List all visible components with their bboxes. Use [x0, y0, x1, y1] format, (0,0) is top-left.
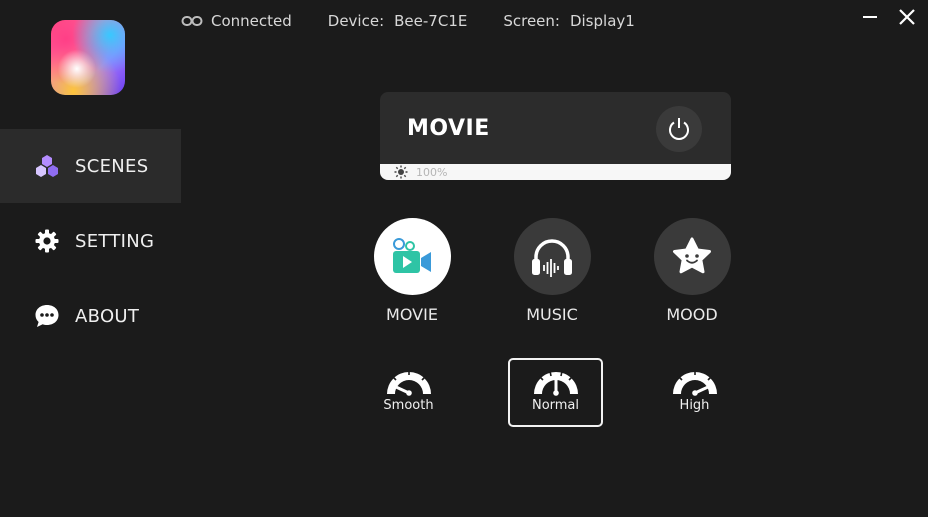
screen-label: Screen: [503, 12, 560, 30]
link-icon [181, 16, 203, 26]
brightness-value: 100% [416, 165, 448, 179]
mode-circle [373, 218, 451, 295]
sidebar-item-about[interactable]: ABOUT [0, 279, 181, 353]
app-logo [51, 20, 125, 95]
speed-smooth-button[interactable]: Smooth [361, 358, 456, 427]
sidebar-item-label: ABOUT [75, 305, 140, 327]
speed-normal-button[interactable]: Normal [508, 358, 603, 427]
mode-label: MOVIE [386, 305, 438, 324]
mode-circle [513, 218, 591, 295]
mode-label: MOOD [666, 305, 718, 324]
speed-high-button[interactable]: High [647, 358, 742, 427]
device-value: Bee-7C1E [394, 12, 468, 30]
speed-label: Normal [531, 398, 580, 413]
sidebar-item-label: SCENES [75, 155, 149, 177]
chat-bubble-icon [34, 303, 60, 329]
speed-label: High [679, 398, 710, 413]
mode-label: MUSIC [526, 305, 578, 324]
gear-icon [34, 228, 60, 254]
sidebar-item-label: SETTING [75, 230, 155, 252]
gauge-high-icon [672, 370, 717, 396]
close-button[interactable] [896, 6, 918, 28]
sidebar: SCENES SETTING ABOUT [0, 129, 181, 354]
speed-label: Smooth [383, 398, 434, 413]
connection-status: Connected [211, 12, 292, 30]
device-label: Device: [327, 12, 385, 30]
power-button[interactable] [656, 106, 702, 152]
gauge-mid-icon [533, 370, 578, 396]
mode-music-button[interactable]: MUSIC [502, 218, 602, 324]
scene-title: MOVIE [407, 116, 490, 141]
gauge-low-icon [386, 370, 431, 396]
headphones-icon [532, 238, 572, 277]
movie-camera-icon [393, 237, 431, 273]
sidebar-item-setting[interactable]: SETTING [0, 204, 181, 278]
brightness-icon [394, 165, 408, 179]
minimize-icon [863, 16, 877, 18]
brightness-slider[interactable]: 100% [380, 164, 731, 180]
mode-mood-button[interactable]: MOOD [642, 218, 742, 324]
power-icon [669, 118, 689, 140]
scenes-icon [34, 153, 60, 179]
scene-card: MOVIE 100% [380, 92, 731, 180]
close-icon [899, 9, 915, 25]
star-face-icon [673, 237, 711, 273]
sidebar-item-scenes[interactable]: SCENES [0, 129, 181, 203]
mode-movie-button[interactable]: MOVIE [362, 218, 462, 324]
status-bar: Connected Device: Bee-7C1E Screen: Displ… [181, 11, 635, 31]
screen-value: Display1 [569, 12, 635, 30]
minimize-button[interactable] [859, 6, 881, 28]
mode-circle [653, 218, 731, 295]
